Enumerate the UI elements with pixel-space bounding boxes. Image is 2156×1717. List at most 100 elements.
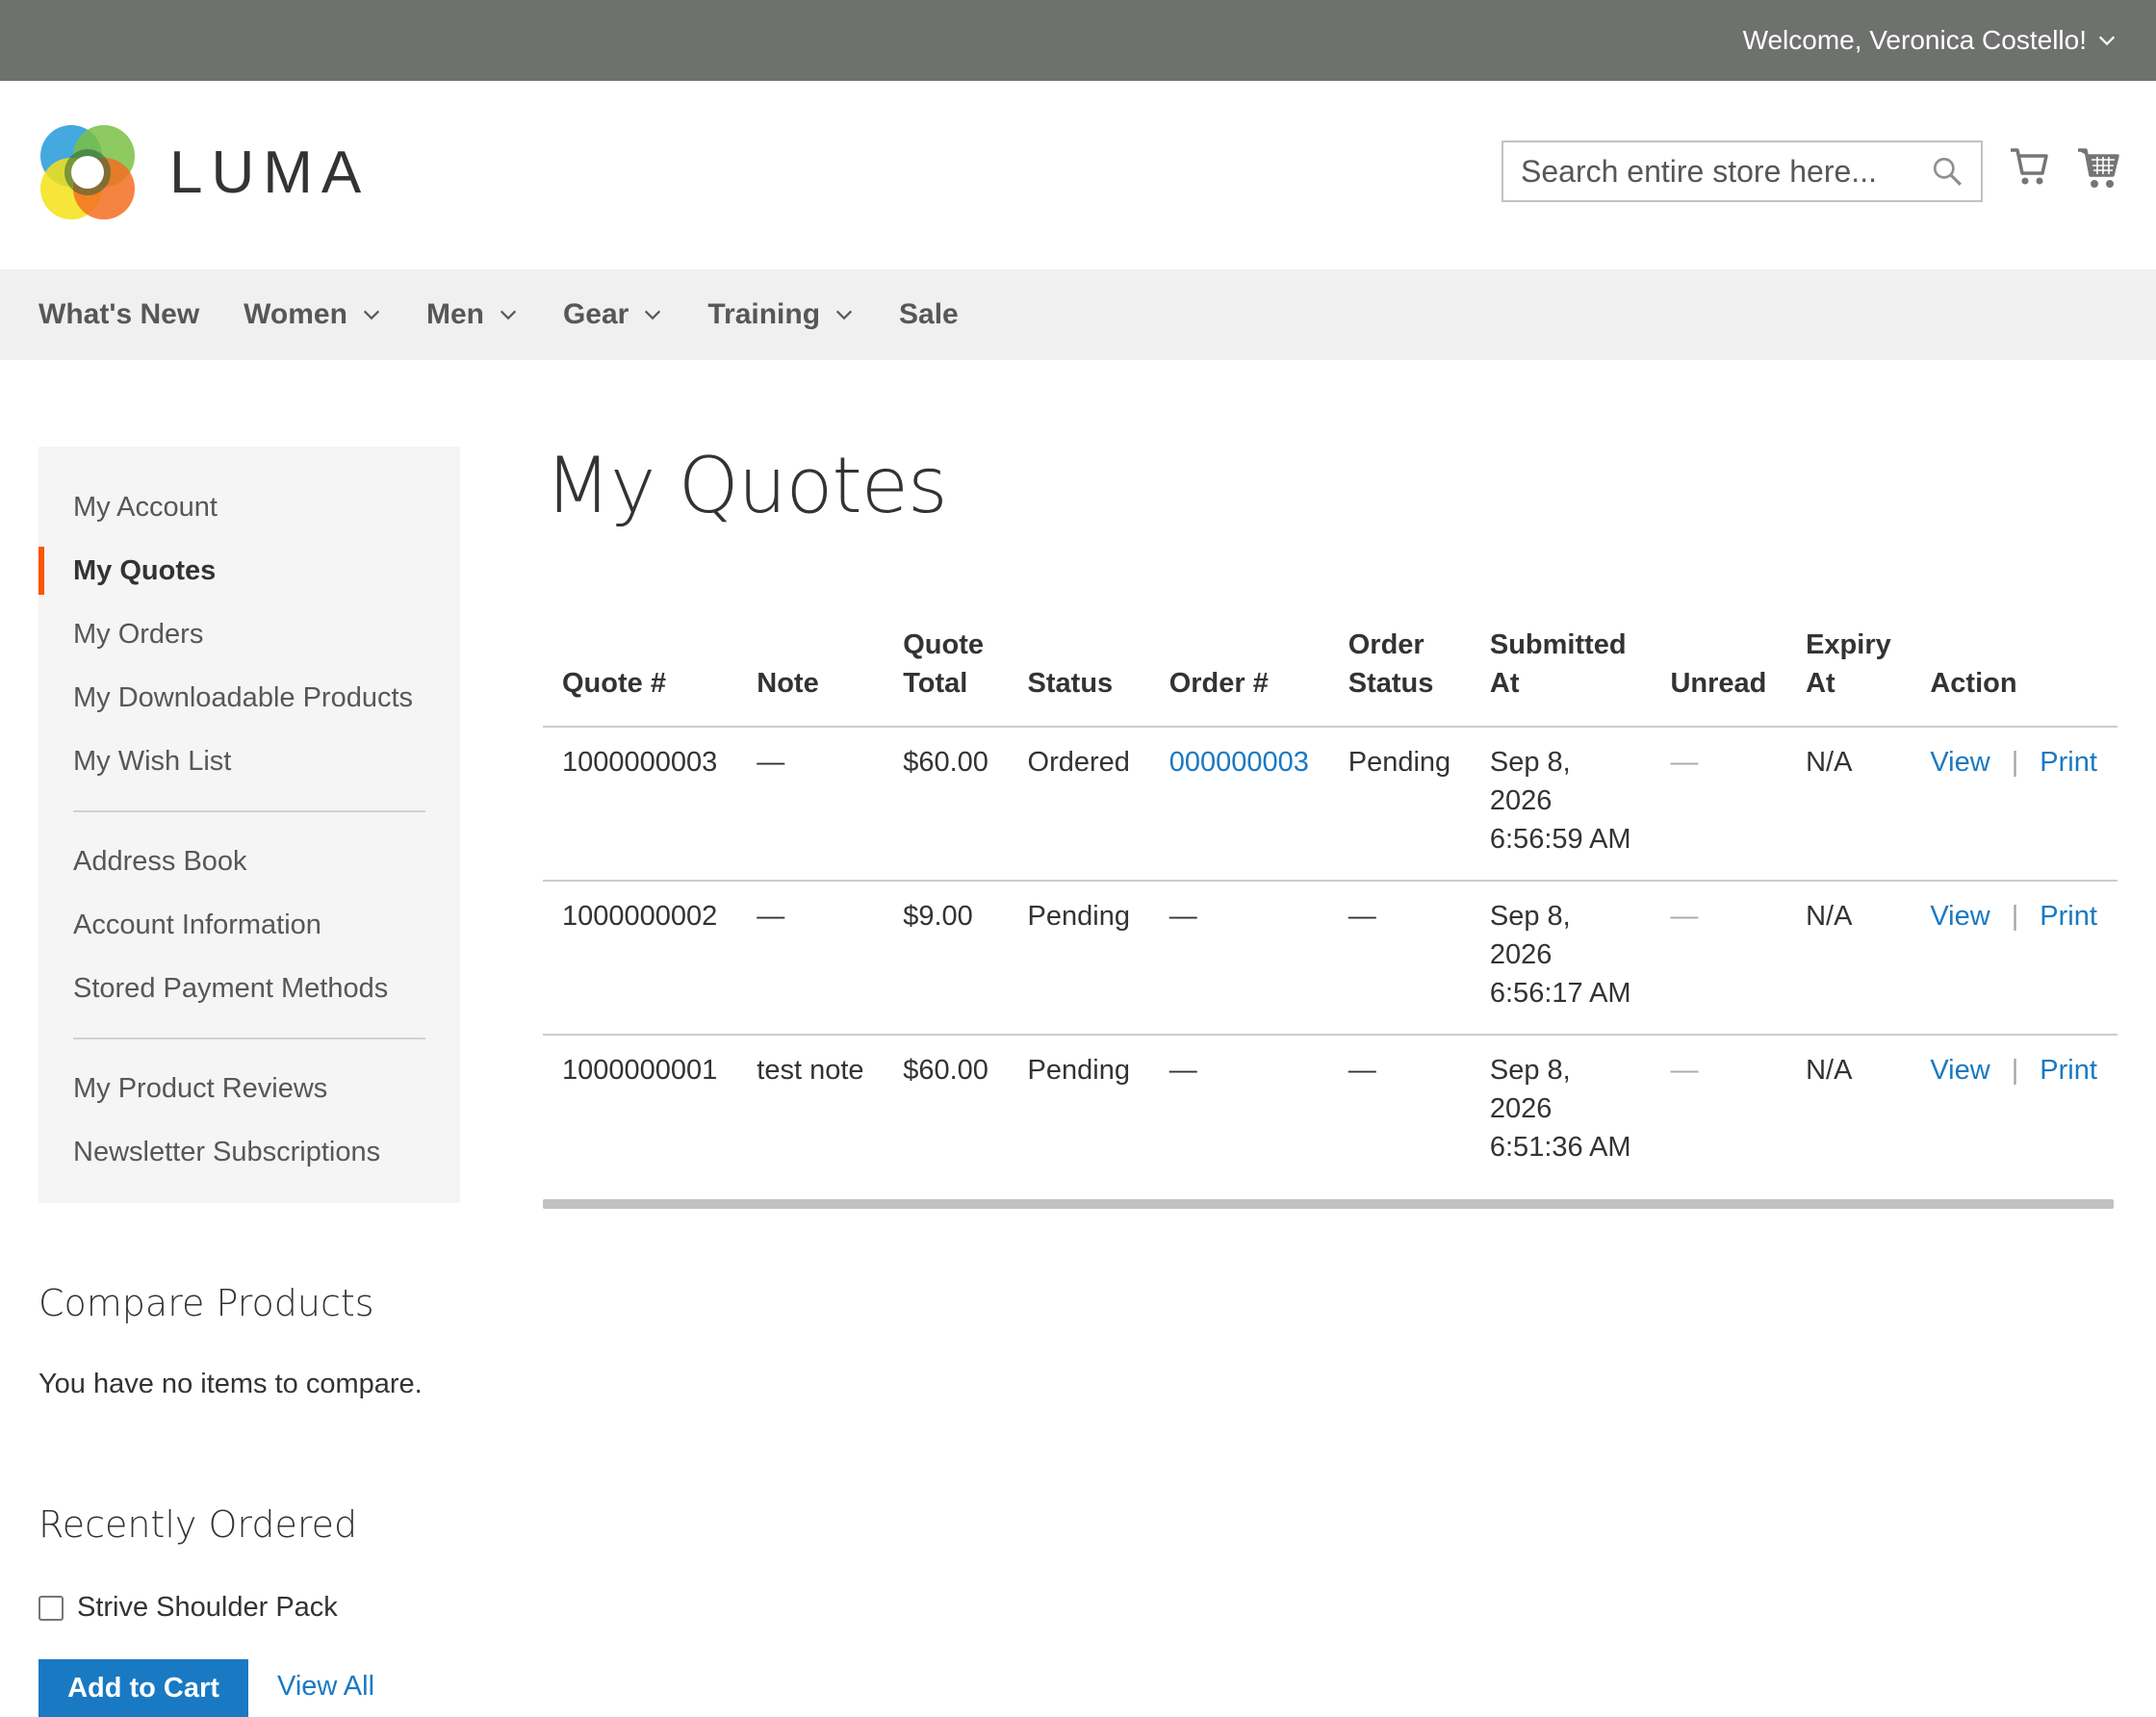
account-sidebar: My Account My Quotes My Orders My Downloada… [38,447,460,1203]
nav-item-label: Gear [562,298,629,330]
submitted-at-line: Sep 8, [1489,901,1571,932]
action-separator: | [2011,901,2019,932]
sidebar-item-my-quotes[interactable]: My Quotes [38,539,460,602]
table-row: 1000000003— $60.00 Ordered 000000003 Pending… [543,727,2118,882]
sidebar-item-account-information[interactable]: Account Information [38,893,460,957]
column-header-line: Status [1348,668,1434,699]
unread-cell: — [1651,881,1787,1036]
chevron-down-icon [500,310,517,320]
nav-item-training[interactable]: Training [707,298,855,331]
sidebar-item-address-book[interactable]: Address Book [38,830,460,893]
cart-icon[interactable] [2076,144,2120,191]
submitted-at-line: 6:51:36 AM [1489,1132,1631,1163]
column-header-line: Submitted [1489,629,1627,660]
column-header: Expiry At [1786,626,1912,728]
quotes-table: Quote # Note Quote Total Status Order # Order S… [543,626,2118,1182]
top-bar: Welcome, Veronica Costello! [0,0,2156,81]
table-horizontal-scrollbar[interactable] [543,1199,2114,1209]
unread-cell: — [1670,1055,1699,1086]
column-header: Submitted At [1470,626,1652,728]
note-cell: — [737,881,885,1036]
column-header: Quote # [543,626,738,728]
column-header: Status [1008,626,1150,728]
sidebar-item-my-account[interactable]: My Account [38,475,460,539]
sidebar-divider [73,810,425,812]
recently-ordered-title: Recently Ordered [38,1503,358,1546]
action-separator: | [2011,1055,2019,1086]
nav-item-women[interactable]: Women [244,298,382,331]
sidebar-item-my-product-reviews[interactable]: My Product Reviews [38,1057,460,1120]
order-status-cell: — [1348,1055,1376,1086]
add-to-cart-button[interactable]: Add to Cart [38,1659,248,1717]
print-quote-link[interactable]: Print [2040,1055,2097,1086]
sidebar-divider [73,1038,425,1039]
chevron-down-icon [835,310,853,320]
status-cell: Pending [1027,1055,1130,1086]
search-icon[interactable] [1931,155,1964,188]
compare-products-title: Compare Products [38,1282,374,1324]
sidebar-item-my-downloadable-products[interactable]: My Downloadable Products [38,666,460,730]
logo[interactable]: LUMA [38,123,370,221]
order-number-cell: — [1149,881,1329,1036]
welcome-text: Welcome, Veronica Costello! [1742,25,2087,55]
nav-item-gear[interactable]: Gear [563,298,663,331]
submitted-at-cell: Sep 8, 2026 6:56:17 AM [1470,881,1652,1036]
order-status-cell: — [1328,881,1471,1036]
item-checkbox[interactable] [38,1595,64,1621]
column-header: Note [737,626,885,728]
view-quote-link[interactable]: View [1930,901,1989,932]
search-box[interactable] [1502,141,1983,202]
order-link[interactable]: 000000003 [1169,747,1309,778]
status-cell: Pending [1008,881,1150,1036]
action-cell: View | Print [1911,727,2118,882]
search-input[interactable] [1521,153,1931,190]
nav-item-label: Women [244,298,347,330]
sidebar-item-my-orders[interactable]: My Orders [38,602,460,666]
sidebar-item-stored-payment-methods[interactable]: Stored Payment Methods [38,957,460,1020]
column-header-line: At [1489,668,1520,699]
quote-number-cell: 1000000001 [562,1055,718,1086]
sidebar-item-my-wish-list[interactable]: My Wish List [38,730,460,793]
column-header-line: Quote # [562,668,666,699]
expiry-cell: N/A [1786,727,1912,882]
submitted-at-line: 6:56:17 AM [1489,978,1631,1009]
recently-ordered-item-name: Strive Shoulder Pack [77,1592,338,1623]
submitted-at-line: 6:56:59 AM [1489,824,1631,855]
quote-number-cell: 1000000003 [543,727,738,882]
nav-item-label: What's New [38,298,200,330]
view-all-link[interactable]: View All [277,1671,374,1703]
nav-item-what-s-new[interactable]: What's New [38,298,199,331]
note-cell: — [737,727,885,882]
view-quote-link[interactable]: View [1930,1055,1989,1086]
print-quote-link[interactable]: Print [2040,901,2097,932]
column-header-line: Note [757,668,819,699]
expiry-cell: N/A [1806,1055,1853,1086]
submitted-at-cell: Sep 8, 2026 6:51:36 AM [1471,1035,1652,1182]
luma-logo-icon [40,125,135,219]
recently-ordered-item[interactable]: Strive Shoulder Pack [38,1592,338,1624]
chevron-down-icon [363,310,380,320]
expiry-cell: N/A [1786,881,1912,1036]
welcome-menu[interactable]: Welcome, Veronica Costello! [1743,0,2118,81]
column-header-line: Unread [1670,668,1767,699]
quote-total-cell: $60.00 [884,727,1009,882]
order-number: — [1168,901,1197,932]
order-number: — [1168,1055,1197,1086]
column-header: Order Status [1328,626,1471,728]
nav-item-sale[interactable]: Sale [899,298,959,331]
order-status-cell: Pending [1328,727,1471,882]
action-cell: View | Print [1911,1035,2118,1182]
column-header-line: Status [1027,668,1114,699]
sidebar-item-newsletter-subscriptions[interactable]: Newsletter Subscriptions [38,1120,460,1184]
quote-cart-icon[interactable] [2008,144,2050,189]
nav-item-men[interactable]: Men [426,298,519,331]
submitted-at-line: Sep 8, [1489,747,1571,778]
submitted-at-cell: Sep 8, 2026 6:56:59 AM [1470,727,1652,882]
print-quote-link[interactable]: Print [2040,747,2097,778]
column-header: Quote Total [884,626,1009,728]
column-header-line: Order [1348,629,1424,660]
nav-item-label: Men [425,298,484,330]
quote-total-cell: $60.00 [903,1055,988,1086]
column-header: Action [1911,626,2118,728]
view-quote-link[interactable]: View [1930,747,1989,778]
